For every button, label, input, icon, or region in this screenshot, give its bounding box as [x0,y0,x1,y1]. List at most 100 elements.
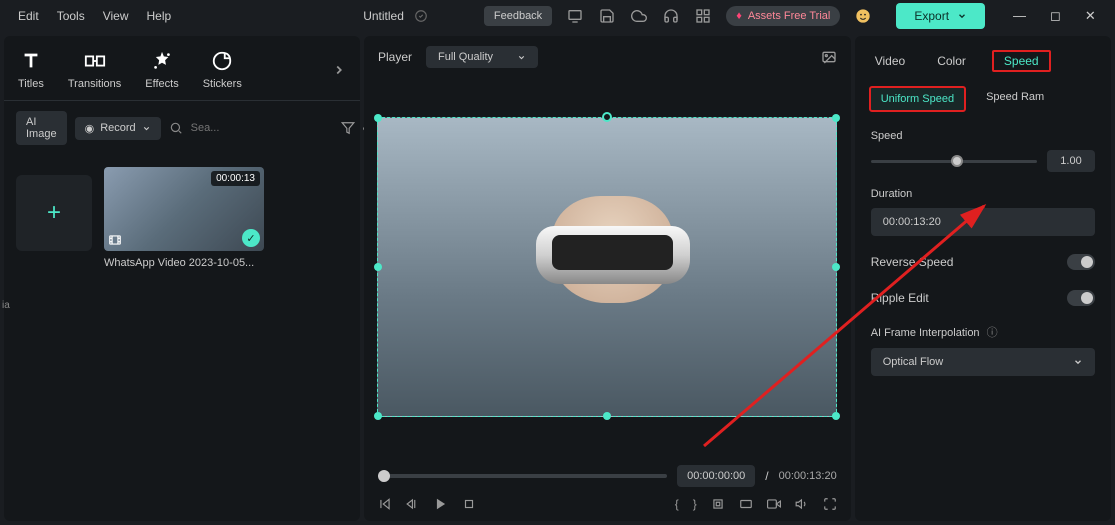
top-menubar: Edit Tools View Help Untitled Feedback ♦… [0,0,1115,32]
timeline-track[interactable] [378,474,667,478]
tab-stickers[interactable]: Stickers [203,50,242,90]
resize-handle[interactable] [374,412,382,420]
slider-knob[interactable] [951,155,963,167]
resize-handle[interactable] [832,263,840,271]
player-label: Player [378,50,412,64]
asset-category-tabs: Titles Transitions Effects Stickers [4,36,360,100]
total-time: 00:00:13:20 [779,470,837,482]
tab-effects[interactable]: Effects [145,50,178,90]
document-title: Untitled [363,9,404,23]
tab-speed[interactable]: Speed [992,50,1051,72]
add-media-button[interactable]: + [16,175,92,251]
screen-icon[interactable] [566,7,584,25]
diamond-icon: ♦ [736,10,742,22]
property-tabs: Video Color Speed [855,36,1111,80]
speed-slider[interactable] [871,160,1037,163]
resize-handle[interactable] [603,412,611,420]
save-icon[interactable] [598,7,616,25]
fullscreen-icon[interactable] [823,497,837,511]
media-toolbar: AI Image ◉ Record ••• [4,100,360,155]
rotate-handle[interactable] [602,112,612,122]
export-button[interactable]: Export [896,3,985,29]
assets-trial-label: Assets Free Trial [748,10,831,22]
clip-filename: WhatsApp Video 2023-10-05... [104,257,264,269]
clip-used-check-icon: ✓ [242,229,260,247]
media-clip[interactable]: 00:00:13 ✓ WhatsApp Video 2023-10-05... [104,167,264,509]
cloud-icon[interactable] [630,7,648,25]
timeline-playhead[interactable] [378,470,390,482]
ripple-edit-toggle[interactable] [1067,290,1095,306]
camera-icon[interactable] [767,497,781,511]
properties-panel: Video Color Speed Uniform Speed Speed Ra… [855,36,1111,521]
main-layout: Titles Transitions Effects Stickers AI I… [0,32,1115,525]
mark-in-icon[interactable]: { [675,497,679,511]
menu-edit[interactable]: Edit [18,9,39,23]
current-time: 00:00:00:00 [677,465,755,487]
time-separator: / [765,469,768,483]
sync-status-icon [414,9,428,23]
aspect-icon[interactable] [739,497,753,511]
minimize-button[interactable]: — [1013,8,1026,24]
filter-icon[interactable] [341,121,355,135]
quality-select[interactable]: Full Quality [426,46,538,68]
close-button[interactable]: ✕ [1085,8,1096,24]
crop-icon[interactable] [711,497,725,511]
menu-tools[interactable]: Tools [57,9,85,23]
media-bin: + ia 00:00:13 ✓ WhatsApp Video 2023-10-0… [4,155,360,521]
record-button[interactable]: ◉ Record [75,117,161,140]
frame-back-icon[interactable] [406,497,420,511]
resize-handle[interactable] [374,263,382,271]
tab-transitions-label: Transitions [68,78,121,90]
feedback-button[interactable]: Feedback [484,6,552,26]
tab-stickers-label: Stickers [203,78,242,90]
mark-out-icon[interactable]: } [693,497,697,511]
maximize-button[interactable]: ◻ [1050,8,1061,24]
chevron-down-icon [517,53,526,62]
ai-frame-property: AI Frame Interpolation ⓘ Optical Flow [855,316,1111,384]
video-selection-frame[interactable] [377,117,837,417]
chevron-down-icon [142,124,151,133]
resize-handle[interactable] [832,412,840,420]
info-icon[interactable]: ⓘ [987,327,998,339]
tab-color[interactable]: Color [931,50,972,72]
tab-titles[interactable]: Titles [18,50,44,90]
document-title-area: Untitled [363,9,428,23]
stop-icon[interactable] [462,497,476,511]
side-category-label: ia [2,300,10,311]
duration-input[interactable] [871,208,1095,236]
search-icon [169,121,183,135]
menu-help[interactable]: Help [147,9,172,23]
ai-frame-select[interactable]: Optical Flow [871,348,1095,376]
clip-thumbnail[interactable]: 00:00:13 ✓ [104,167,264,251]
play-icon[interactable] [434,497,448,511]
duration-label: Duration [871,188,1095,200]
tabs-scroll-right-icon[interactable] [332,63,346,77]
preview-timeline: 00:00:00:00 / 00:00:13:20 [378,465,837,487]
grid-icon[interactable] [694,7,712,25]
subtab-speed-ramp[interactable]: Speed Ram [976,86,1054,112]
resize-handle[interactable] [374,114,382,122]
reverse-speed-row: Reverse Speed [855,244,1111,280]
search-input[interactable] [191,122,333,134]
preview-header: Player Full Quality [364,36,851,78]
subtab-uniform-speed[interactable]: Uniform Speed [869,86,966,112]
speed-property: Speed 1.00 [855,122,1111,180]
volume-icon[interactable] [795,497,809,511]
ai-image-button[interactable]: AI Image [16,111,67,145]
speed-label: Speed [871,130,1095,142]
resize-handle[interactable] [832,114,840,122]
speed-subtabs: Uniform Speed Speed Ram [855,80,1111,122]
tab-transitions[interactable]: Transitions [68,50,121,90]
assets-trial-badge[interactable]: ♦ Assets Free Trial [726,6,840,26]
reverse-speed-toggle[interactable] [1067,254,1095,270]
emoji-icon[interactable] [854,7,872,25]
headphones-icon[interactable] [662,7,680,25]
step-back-icon[interactable] [378,497,392,511]
tab-video[interactable]: Video [869,50,911,72]
transport-controls: 00:00:00:00 / 00:00:13:20 { } [364,455,851,521]
ripple-edit-label: Ripple Edit [871,291,929,305]
preview-canvas[interactable] [364,78,851,455]
speed-value[interactable]: 1.00 [1047,150,1095,172]
menu-view[interactable]: View [103,9,129,23]
snapshot-icon[interactable] [821,49,837,65]
